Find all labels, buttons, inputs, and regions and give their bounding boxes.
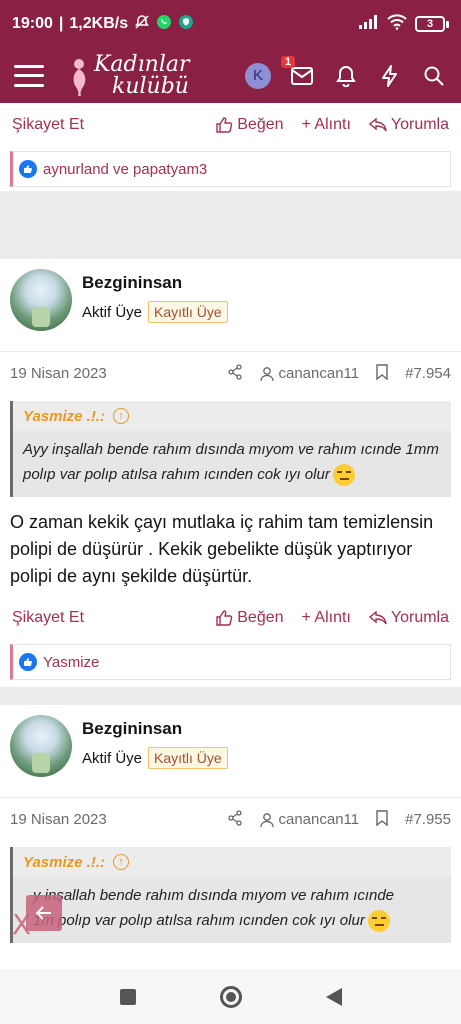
quote-block: Yasmize .!.: ↑ Ayy inşallah bende rahım … [10,401,451,497]
quote-author[interactable]: Yasmize .!.: [23,854,105,871]
previous-post-footer: Şikayet Et Beğen + Alıntı Yorumla aynurl… [0,103,461,191]
post-date[interactable]: 19 Nisan 2023 [10,365,107,382]
post-meta: 19 Nisan 2023 canancan11 #7.955 [0,797,461,841]
post-author: Bezgininsan Aktif Üye Kayıtlı Üye [0,259,461,351]
menu-icon[interactable] [14,64,44,87]
like-reaction-icon [19,653,37,671]
quote-block: Yasmize .!.: ↑ y inşallah bende rahım dı… [10,847,451,943]
shield-app-icon [178,14,194,35]
user-title: Aktif Üye [82,749,143,767]
reply-icon [368,610,387,625]
status-left: 19:00 | 1,2KB/s [12,14,194,35]
user-badge: Kayıtlı Üye [148,747,228,769]
account-avatar[interactable]: K [245,62,271,89]
battery-icon: 3 [415,16,449,32]
mute-icon [134,14,150,35]
post-actions: Şikayet Et Beğen + Alıntı Yorumla [0,103,461,147]
app-header: Kadınlar kulübü K 1 [0,48,461,103]
bell-icon[interactable] [333,63,359,89]
network-speed: 1,2KB/s [69,15,129,32]
quote-text: Ayy inşallah bende rahım dısında mıyom v… [13,431,451,497]
post-actions: Şikayet Et Beğen + Alıntı Yorumla [0,596,461,640]
share-icon[interactable] [227,809,243,830]
site-logo[interactable]: Kadınlar kulübü [68,51,190,99]
system-nav-bar [0,969,461,1024]
share-icon[interactable] [227,363,243,384]
user-icon [260,812,275,827]
thumbs-up-icon [216,117,233,133]
status-time: 19:00 [12,15,53,32]
arrow-up-icon[interactable]: ↑ [112,854,129,870]
quote-button[interactable]: + Alıntı [302,609,351,627]
bookmark-icon[interactable] [375,809,389,830]
home-button[interactable] [219,985,242,1008]
inbox-badge: 1 [281,55,296,68]
reaction-bar[interactable]: aynurland ve papatyam3 [10,151,451,187]
whatsapp-icon [156,14,172,35]
reply-button[interactable]: Yorumla [368,116,449,134]
battery-level: 3 [415,16,445,32]
liked-by: aynurland ve papatyam3 [43,160,208,178]
post-number[interactable]: #7.955 [405,811,451,828]
quote-text: y inşallah bende rahım dısında mıyom ve … [13,877,451,943]
user-avatar[interactable] [10,269,72,331]
post-message: O zaman kekik çayı mutlaka iç rahim tam … [10,512,434,586]
post-meta: 19 Nisan 2023 canancan11 #7.954 [0,351,461,395]
reply-button[interactable]: Yorumla [368,609,449,627]
reply-to-user[interactable]: canancan11 [259,811,359,828]
thread-content: Şikayet Et Beğen + Alıntı Yorumla aynurl… [0,103,461,969]
signal-icon [359,14,379,34]
post-date[interactable]: 19 Nisan 2023 [10,811,107,828]
lightning-icon[interactable] [377,63,403,89]
user-icon [260,366,275,381]
post-author: Bezgininsan Aktif Üye Kayıtlı Üye [0,705,461,797]
unamused-emoji-icon [367,910,390,933]
reaction-bar[interactable]: Yasmize [10,644,451,680]
status-bar: 19:00 | 1,2KB/s 3 [0,0,461,48]
user-avatar[interactable] [10,715,72,777]
logo-figure-icon [73,58,86,96]
reply-icon [368,117,387,132]
report-link[interactable]: Şikayet Et [12,116,84,134]
post-7954: Bezgininsan Aktif Üye Kayıtlı Üye 19 Nis… [0,259,461,687]
back-arrow-icon[interactable] [26,895,62,931]
report-link[interactable]: Şikayet Et [12,609,84,627]
search-icon[interactable] [421,63,447,89]
quote-author[interactable]: Yasmize .!.: [23,408,105,425]
logo-text: Kadınlar kulübü [94,51,190,99]
unamused-emoji-icon [332,464,355,487]
username[interactable]: Bezgininsan [82,273,228,293]
back-button[interactable] [325,987,342,1006]
username[interactable]: Bezgininsan [82,719,228,739]
liked-by: Yasmize [43,653,100,671]
status-right: 3 [359,13,449,35]
bookmark-icon[interactable] [375,363,389,384]
post-7955: Bezgininsan Aktif Üye Kayıtlı Üye 19 Nis… [0,705,461,969]
arrow-up-icon[interactable]: ↑ [112,408,129,424]
reply-to-user[interactable]: canancan11 [259,365,359,382]
wifi-icon [387,13,407,35]
recents-button[interactable] [119,988,136,1005]
user-badge: Kayıtlı Üye [148,301,228,323]
user-title: Aktif Üye [82,303,143,321]
like-button[interactable]: Beğen [215,609,284,627]
header-icons: K 1 [245,55,447,89]
like-button[interactable]: Beğen [215,116,284,134]
inbox-icon[interactable]: 1 [281,55,315,89]
thumbs-up-icon [216,610,233,626]
like-reaction-icon [19,160,37,178]
post-number[interactable]: #7.954 [405,365,451,382]
quote-button[interactable]: + Alıntı [302,116,351,134]
